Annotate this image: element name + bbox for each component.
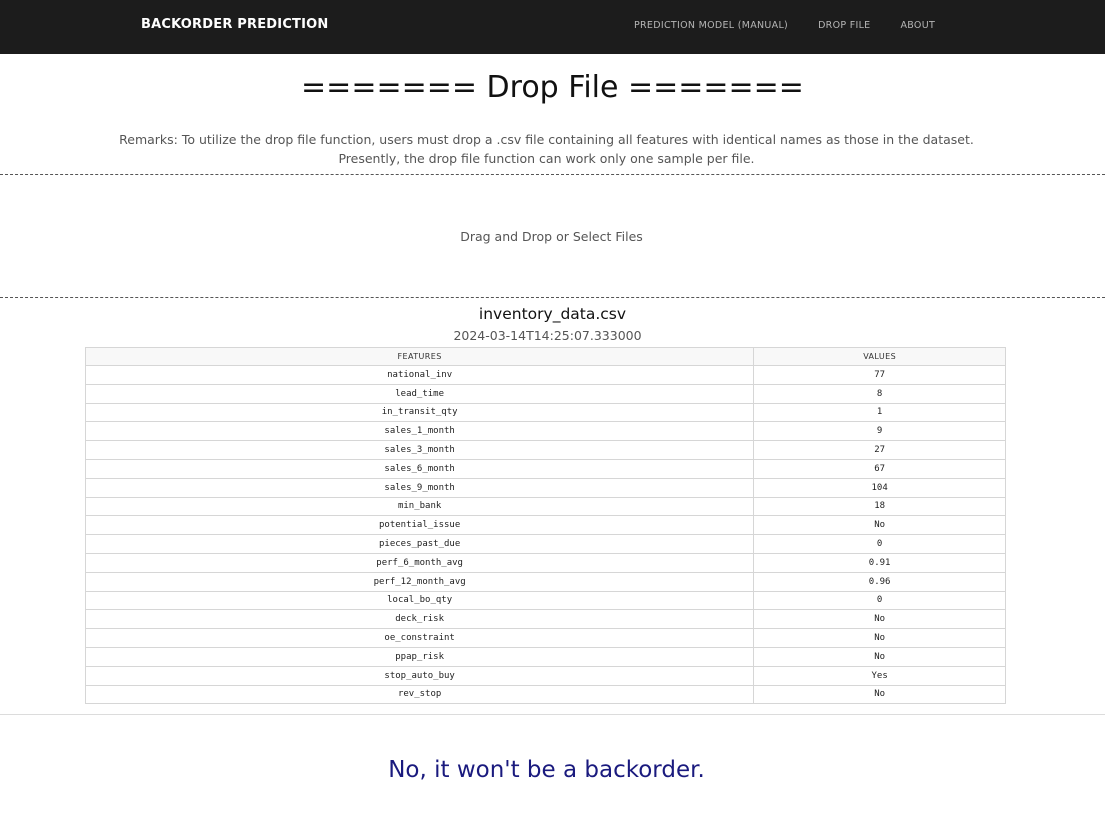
feature-name-cell: perf_12_month_avg: [84, 571, 755, 592]
feature-value-cell: 27: [753, 440, 1006, 460]
table-row: perf_6_month_avg 0.91: [84, 552, 1006, 573]
table-row: sales_9_month 104: [84, 477, 1006, 498]
feature-value-cell: No: [753, 684, 1006, 705]
page-title: ======= Drop File =======: [301, 70, 804, 105]
feature-value-cell: 8: [753, 383, 1006, 404]
nav-link-drop-file[interactable]: DROP FILE: [818, 20, 870, 31]
feature-value-cell: No: [753, 515, 1006, 536]
feature-name-cell: sales_3_month: [84, 440, 755, 460]
table-row: local_bo_qty 0: [84, 590, 1006, 611]
table-row: perf_12_month_avg 0.96: [84, 571, 1006, 592]
feature-value-cell: 0: [753, 590, 1006, 611]
nav-link-about[interactable]: ABOUT: [900, 20, 935, 31]
feature-name-cell: perf_6_month_avg: [84, 552, 755, 573]
feature-value-cell: No: [753, 646, 1006, 667]
table-row: sales_3_month 27: [84, 440, 1006, 460]
nav-link-prediction-model[interactable]: PREDICTION MODEL (MANUAL): [634, 20, 788, 31]
feature-value-cell: 0.91: [753, 552, 1006, 573]
feature-value-cell: 1: [753, 402, 1006, 423]
remarks-line-2: Presently, the drop file function can wo…: [338, 151, 755, 166]
feature-name-cell: pieces_past_due: [84, 534, 755, 554]
table-row: ppap_risk No: [84, 646, 1006, 667]
table-row: national_inv 77: [84, 365, 1006, 385]
feature-value-cell: Yes: [753, 665, 1006, 686]
features-table-body: national_inv 77 lead_time 8 in_transit_qty 1 s…: [84, 365, 1006, 705]
feature-value-cell: No: [753, 628, 1006, 648]
brand-link[interactable]: BACKORDER PREDICTION: [141, 17, 329, 32]
table-row: potential_issue No: [84, 515, 1006, 536]
nav-links: PREDICTION MODEL (MANUAL) DROP FILE ABOU…: [634, 20, 935, 31]
table-row: sales_1_month 9: [84, 421, 1006, 442]
feature-name-cell: local_bo_qty: [84, 590, 755, 611]
feature-name-cell: sales_1_month: [84, 421, 755, 442]
feature-value-cell: 67: [753, 458, 1006, 479]
uploaded-file-timestamp: 2024-03-14T14:25:07.333000: [453, 328, 642, 343]
features-column-header: FEATURES: [84, 347, 755, 366]
prediction-result: No, it won't be a backorder.: [388, 757, 705, 783]
feature-name-cell: in_transit_qty: [84, 402, 755, 423]
remarks-line-1: Remarks: To utilize the drop file functi…: [119, 132, 974, 147]
divider: [0, 714, 1105, 715]
feature-name-cell: min_bank: [84, 496, 755, 517]
feature-name-cell: deck_risk: [84, 609, 755, 630]
remarks: Remarks: To utilize the drop file functi…: [0, 130, 1093, 168]
table-row: pieces_past_due 0: [84, 534, 1006, 554]
feature-value-cell: No: [753, 609, 1006, 630]
feature-name-cell: potential_issue: [84, 515, 755, 536]
table-row: sales_6_month 67: [84, 458, 1006, 479]
table-row: deck_risk No: [84, 609, 1006, 630]
feature-name-cell: ppap_risk: [84, 646, 755, 667]
dropzone-label: Drag and Drop or Select Files: [460, 229, 643, 244]
feature-value-cell: 18: [753, 496, 1006, 517]
table-row: rev_stop No: [84, 684, 1006, 705]
table-row: min_bank 18: [84, 496, 1006, 517]
table-row: in_transit_qty 1: [84, 402, 1006, 423]
feature-value-cell: 104: [753, 477, 1006, 498]
feature-name-cell: sales_9_month: [84, 477, 755, 498]
table-row: lead_time 8: [84, 383, 1006, 404]
feature-name-cell: lead_time: [84, 383, 755, 404]
values-column-header: VALUES: [753, 347, 1006, 366]
navbar: BACKORDER PREDICTION PREDICTION MODEL (M…: [0, 0, 1105, 54]
uploaded-file-name: inventory_data.csv: [478, 305, 627, 323]
table-row: oe_constraint No: [84, 628, 1006, 648]
feature-value-cell: 77: [753, 365, 1006, 385]
table-header-row: FEATURES VALUES: [84, 347, 1006, 366]
feature-name-cell: sales_6_month: [84, 458, 755, 479]
feature-name-cell: oe_constraint: [84, 628, 755, 648]
feature-value-cell: 0: [753, 534, 1006, 554]
features-table: FEATURES VALUES national_inv 77 lead_time 8…: [84, 347, 1006, 705]
feature-name-cell: stop_auto_buy: [84, 665, 755, 686]
feature-name-cell: rev_stop: [84, 684, 755, 705]
table-row: stop_auto_buy Yes: [84, 665, 1006, 686]
file-dropzone[interactable]: Drag and Drop or Select Files: [0, 174, 1105, 298]
feature-value-cell: 9: [753, 421, 1006, 442]
feature-name-cell: national_inv: [84, 365, 755, 385]
feature-value-cell: 0.96: [753, 571, 1006, 592]
